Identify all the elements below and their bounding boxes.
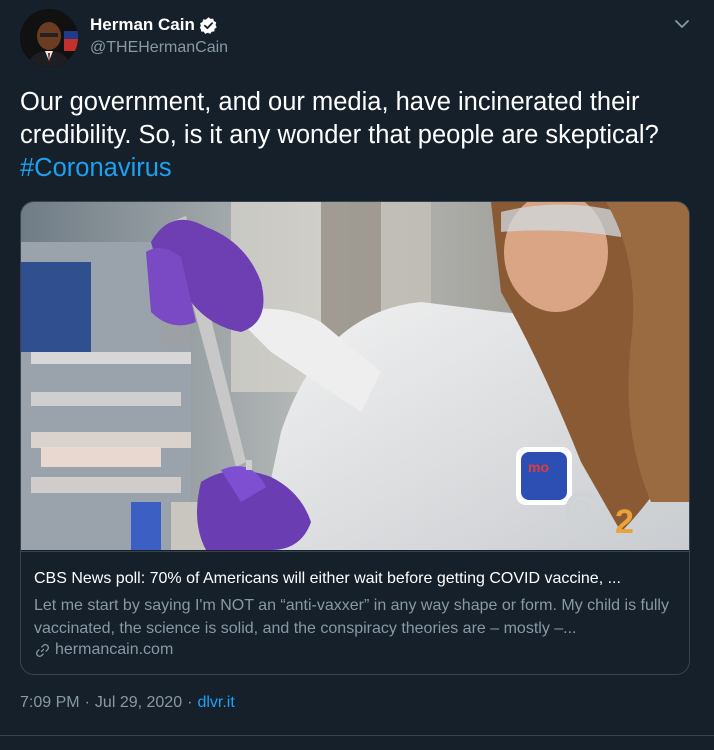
display-name[interactable]: Herman Cain [90,15,195,35]
divider [0,735,714,736]
lab-scientist-photo: mo 2 [21,202,689,550]
chevron-down-icon[interactable] [672,14,692,34]
card-domain[interactable]: hermancain.com [34,641,173,659]
verified-badge-icon [199,16,217,34]
link-icon [36,643,49,657]
avatar[interactable] [20,9,78,67]
tweet-date[interactable]: Jul 29, 2020 [95,694,182,712]
link-card[interactable]: mo 2 CBS News poll: 70% of Americans wil… [20,201,690,675]
tweet-source[interactable]: dlvr.it [197,694,234,712]
svg-text:mo: mo [528,459,549,475]
meta-separator: · [187,694,193,711]
cbs-watermark: 2 [615,503,634,541]
hashtag-link[interactable]: #Coronavirus [20,154,172,182]
user-handle[interactable]: @THEHermanCain [90,39,228,57]
card-image[interactable]: mo 2 [21,202,689,550]
meta-separator: · [84,694,90,711]
profile-photo [20,9,78,67]
tweet-meta: 7:09 PM · Jul 29, 2020 · dlvr.it [20,694,235,712]
card-domain-text[interactable]: hermancain.com [55,641,173,659]
card-title[interactable]: CBS News poll: 70% of Americans will eit… [34,570,679,588]
tweet-time[interactable]: 7:09 PM [20,694,80,712]
card-description: Let me start by saying I'm NOT an “anti-… [34,597,669,637]
tweet-text: Our government, and our media, have inci… [20,86,700,185]
tweet: Herman Cain @THEHermanCain Our governmen… [0,0,714,750]
tweet-body: Our government, and our media, have inci… [20,88,659,149]
card-body[interactable]: CBS News poll: 70% of Americans will eit… [21,551,689,674]
author-name-row[interactable]: Herman Cain [90,15,218,35]
